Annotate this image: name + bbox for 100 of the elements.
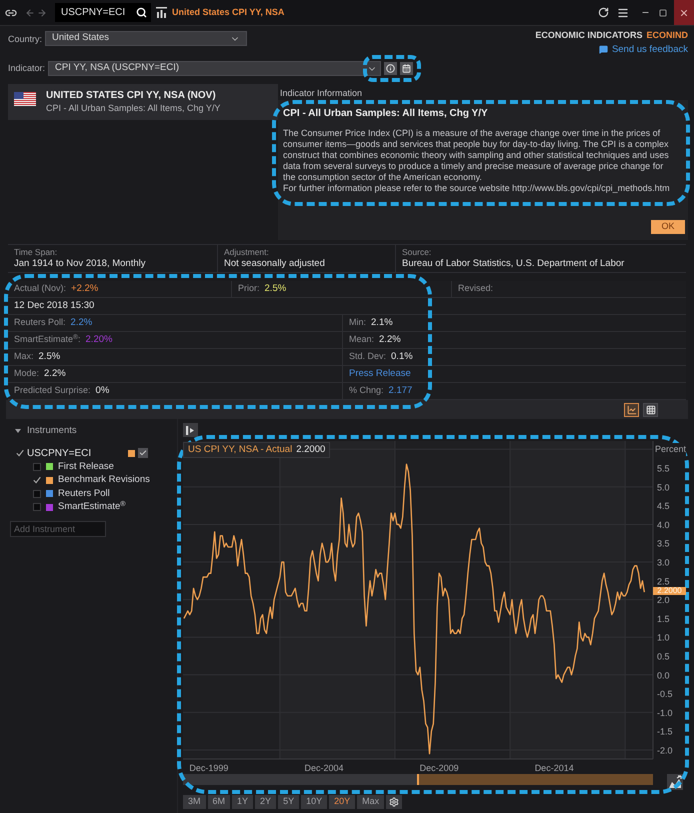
country-dropdown[interactable]: United States [45, 31, 248, 46]
y-axis-label: 5.0 [657, 482, 670, 492]
view-toggle-button[interactable] [624, 402, 639, 416]
checkbox[interactable] [33, 490, 41, 498]
range-button[interactable]: 10Y [301, 795, 328, 809]
range-button[interactable]: 2Y [255, 795, 276, 809]
range-button[interactable]: 6M [208, 795, 230, 809]
indicator-subtitle: CPI - All Urban Samples: All Items, Chg Y/Y [46, 103, 220, 114]
app-code: ECONIND [646, 30, 688, 41]
stat-label: Revised: [458, 282, 494, 296]
stat-value: 2.20% [86, 332, 112, 347]
close-button[interactable] [674, 0, 694, 25]
x-axis-label: Dec-2014 [534, 763, 574, 773]
bar-chart-icon [156, 7, 167, 18]
detail-label: Source: [402, 247, 432, 258]
info-icon [386, 64, 396, 73]
stat-label: % Chng: [349, 384, 384, 398]
y-axis-label: 4.0 [657, 520, 670, 530]
legend-value: 2.2000 [296, 442, 326, 457]
range-button[interactable]: 3M [183, 795, 206, 809]
y-axis-label: 0.0 [657, 670, 670, 680]
panel-toggle-button[interactable] [183, 423, 198, 437]
instrument-label[interactable]: Reuters Poll [58, 486, 110, 501]
range-button[interactable]: 5Y [278, 795, 300, 809]
feedback-link[interactable]: Send us feedback [598, 44, 688, 55]
ok-button[interactable]: OK [651, 220, 685, 234]
stat-value: 2.2% [70, 316, 92, 330]
stat-value: 2.2% [379, 332, 401, 347]
indicator-dropdown[interactable]: CPI YY, NSA (USCPNY=ECI) [48, 61, 382, 76]
y-axis-label: -2.0 [657, 745, 673, 756]
settings-button[interactable] [386, 795, 402, 809]
x-axis-label: Dec-2004 [304, 763, 344, 773]
y-axis-label: 1.0 [657, 632, 670, 643]
stat-value: +2.2% [71, 282, 98, 296]
info-title: CPI - All Urban Samples: All Items, Chg Y/Y [282, 107, 489, 120]
detail-value: Bureau of Labor Statistics, U.S. Department of Labor [402, 258, 626, 270]
refresh-icon[interactable] [598, 7, 609, 18]
range-button[interactable]: Max [357, 795, 384, 809]
stat-value: 2.5% [264, 282, 286, 296]
y-axis-label: -1.0 [657, 708, 673, 718]
stat-value: 2.5% [38, 350, 60, 364]
forward-arrow-icon[interactable] [37, 8, 47, 18]
add-instrument-field[interactable]: Add Instrument [10, 521, 106, 537]
range-button[interactable]: 1Y [232, 795, 254, 809]
maximize-icon[interactable] [659, 8, 667, 16]
stat-label: Max: [14, 350, 34, 364]
y-axis-label: 4.5 [657, 501, 670, 512]
info-panel-label: Indicator Information [279, 87, 364, 99]
collapse-triangle-icon[interactable] [15, 428, 21, 434]
menu-icon[interactable] [617, 6, 629, 18]
y-axis-label: 2.5 [657, 576, 670, 586]
speech-bubble-icon [598, 45, 608, 54]
release-date: 12 Dec 2018 15:30 [14, 298, 94, 313]
stat-label: Actual (Nov): [14, 282, 66, 296]
view-toggle-button[interactable] [643, 402, 658, 416]
window-title: United States CPI YY, NSA [172, 6, 284, 19]
instrument-label[interactable]: First Release [58, 460, 114, 474]
y-axis-title: Percent [654, 443, 686, 456]
checkbox[interactable] [33, 476, 41, 484]
instrument-label[interactable]: USCPNY=ECI [27, 446, 92, 460]
stat-value: 2.1% [371, 316, 393, 330]
stat-label: Min: [349, 316, 366, 330]
country-label: Country: [8, 33, 42, 46]
line-chart-icon [626, 404, 636, 414]
y-axis-label: 1.5 [657, 614, 670, 624]
y-axis-label: 3.0 [657, 558, 670, 568]
app-name: ECONOMIC INDICATORS [535, 30, 642, 41]
x-axis-label: Dec-1999 [189, 763, 228, 773]
y-axis-label: 0.5 [657, 652, 670, 662]
close-icon [679, 8, 689, 18]
range-button[interactable]: 20Y [329, 795, 356, 809]
checkbox[interactable] [33, 462, 41, 471]
stat-value: 0% [96, 384, 110, 398]
stat-value: 0.1% [391, 350, 413, 364]
checkbox[interactable] [33, 503, 41, 512]
y-axis-label: 5.5 [657, 464, 670, 474]
back-arrow-icon[interactable] [25, 8, 35, 18]
legend-label: US CPI YY, NSA - Actual [188, 442, 292, 457]
calendar-button[interactable] [400, 62, 414, 75]
series-options-button[interactable] [138, 448, 148, 458]
flag-icon [14, 92, 36, 106]
indicator-title: UNITED STATES CPI YY, NSA (NOV) [46, 90, 217, 102]
y-axis-label: 2.0 [657, 595, 670, 606]
stat-label: Prior: [238, 282, 260, 296]
instrument-label[interactable]: Benchmark Revisions [58, 473, 150, 488]
stat-label: Mean: [349, 333, 374, 346]
info-paragraph: The Consumer Price Index (CPI) is a measure of the average change over time in the prices of consumer items—goods and services that people buy for day-to-day living. The CPI is a complex construct that combines economic theory with sampling and other statistical techniques and uses data from several surveys to produce a timely and precise measure of average price change for the consumption sector of the American economy. [282, 128, 670, 183]
settings-icon [389, 797, 400, 807]
search-field[interactable]: USCPNY=ECI [55, 3, 151, 22]
checkbox[interactable] [16, 449, 24, 457]
search-icon[interactable] [136, 7, 147, 18]
indicator-label: Indicator: [8, 62, 46, 75]
stat-label: Reuters Poll: [14, 316, 66, 330]
instruments-title: Instruments [27, 424, 77, 438]
y-axis-label: -0.5 [657, 689, 673, 700]
last-value-tag: 2.2000 [653, 586, 686, 596]
press-release-link[interactable]: Press Release [349, 366, 411, 382]
calendar-icon [402, 64, 412, 73]
instrument-label[interactable]: SmartEstimate$^{®}$ [58, 500, 126, 514]
info-button[interactable] [384, 62, 398, 75]
